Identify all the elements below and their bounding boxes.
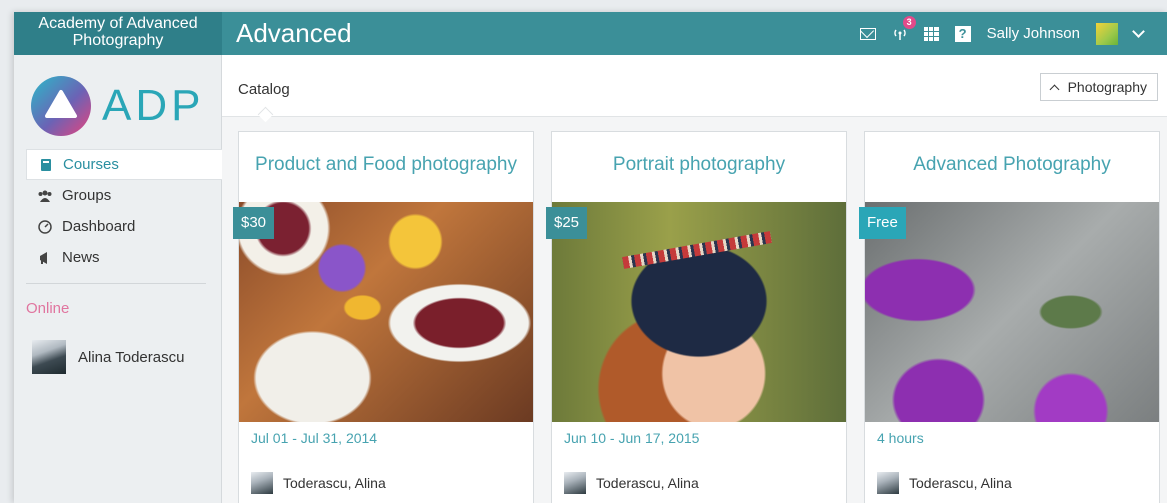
top-bar: Academy of Advanced Photography Advanced…	[14, 12, 1167, 55]
divider	[26, 283, 206, 284]
price-badge: $30	[233, 207, 275, 239]
price-badge: Free	[859, 207, 906, 239]
sidebar-nav: Courses Groups Dashboard News	[26, 149, 222, 273]
brand-title[interactable]: Academy of Advanced Photography	[14, 12, 222, 55]
author-name: Toderascu, Alina	[909, 475, 1012, 491]
course-image[interactable]	[865, 202, 1159, 422]
avatar	[877, 472, 899, 494]
sidebar: ADP Courses Groups Dashboard News Online…	[14, 55, 222, 503]
category-filter-button[interactable]: Photography	[1039, 73, 1158, 101]
sidebar-item-label: Groups	[62, 187, 112, 204]
main-content: Catalog Photography Product and Food pho…	[222, 55, 1167, 503]
author-name: Toderascu, Alina	[596, 475, 699, 491]
notifications-icon[interactable]: 3	[892, 15, 916, 42]
mail-icon[interactable]	[859, 27, 876, 40]
online-user-name: Alina Toderascu	[78, 348, 185, 366]
author-name: Toderascu, Alina	[283, 475, 386, 491]
logo-mark-icon	[31, 76, 91, 136]
sidebar-item-news[interactable]: News	[26, 242, 222, 273]
megaphone-icon	[38, 251, 52, 265]
filter-label: Photography	[1067, 79, 1147, 95]
book-icon	[39, 158, 53, 172]
sidebar-item-courses[interactable]: Courses	[26, 149, 222, 180]
user-name[interactable]: Sally Johnson	[987, 25, 1080, 42]
sidebar-item-label: Dashboard	[62, 218, 136, 235]
catalog-bar: Catalog Photography	[222, 55, 1167, 117]
course-image[interactable]	[239, 202, 533, 422]
course-author[interactable]: Toderascu, Alina	[564, 472, 699, 494]
users-icon	[38, 189, 52, 203]
help-icon[interactable]: ?	[954, 25, 971, 42]
course-title[interactable]: Advanced Photography	[865, 154, 1159, 176]
online-user[interactable]: Alina Toderascu	[32, 340, 184, 374]
course-card[interactable]: Product and Food photography $30 Jul 01 …	[233, 131, 534, 503]
course-author[interactable]: Toderascu, Alina	[877, 472, 1012, 494]
course-duration: 4 hours	[877, 430, 924, 446]
course-card[interactable]: Portrait photography $25 Jun 10 - Jun 17…	[546, 131, 847, 503]
avatar	[564, 472, 586, 494]
notification-badge: 3	[902, 15, 916, 29]
course-date: Jun 10 - Jun 17, 2015	[564, 430, 700, 446]
price-badge: $25	[546, 207, 588, 239]
logo-text: ADP	[102, 81, 205, 130]
top-icons: 3 ? Sally Johnson	[859, 12, 1145, 55]
chevron-up-icon	[1049, 84, 1060, 94]
online-title: Online	[26, 300, 70, 317]
avatar	[251, 472, 273, 494]
avatar	[32, 340, 66, 374]
logo[interactable]: ADP	[30, 75, 204, 137]
app-window: Academy of Advanced Photography Advanced…	[14, 12, 1167, 503]
sidebar-item-dashboard[interactable]: Dashboard	[26, 211, 222, 242]
course-image[interactable]	[552, 202, 846, 422]
gauge-icon	[38, 219, 52, 234]
course-author[interactable]: Toderascu, Alina	[251, 472, 386, 494]
hat-band	[622, 231, 772, 269]
sidebar-item-label: News	[62, 249, 100, 266]
course-date: Jul 01 - Jul 31, 2014	[251, 430, 378, 446]
chevron-down-icon[interactable]	[1132, 25, 1145, 38]
course-title[interactable]: Portrait photography	[552, 154, 846, 176]
user-avatar[interactable]	[1096, 22, 1118, 45]
course-card[interactable]: Advanced Photography Free 4 hours Todera…	[859, 131, 1160, 503]
tab-catalog[interactable]: Catalog	[238, 81, 290, 98]
sidebar-item-label: Courses	[63, 156, 119, 173]
course-title[interactable]: Product and Food photography	[239, 154, 533, 176]
sidebar-item-groups[interactable]: Groups	[26, 180, 222, 211]
page-title: Advanced	[236, 18, 352, 48]
calendar-icon[interactable]	[923, 26, 939, 41]
